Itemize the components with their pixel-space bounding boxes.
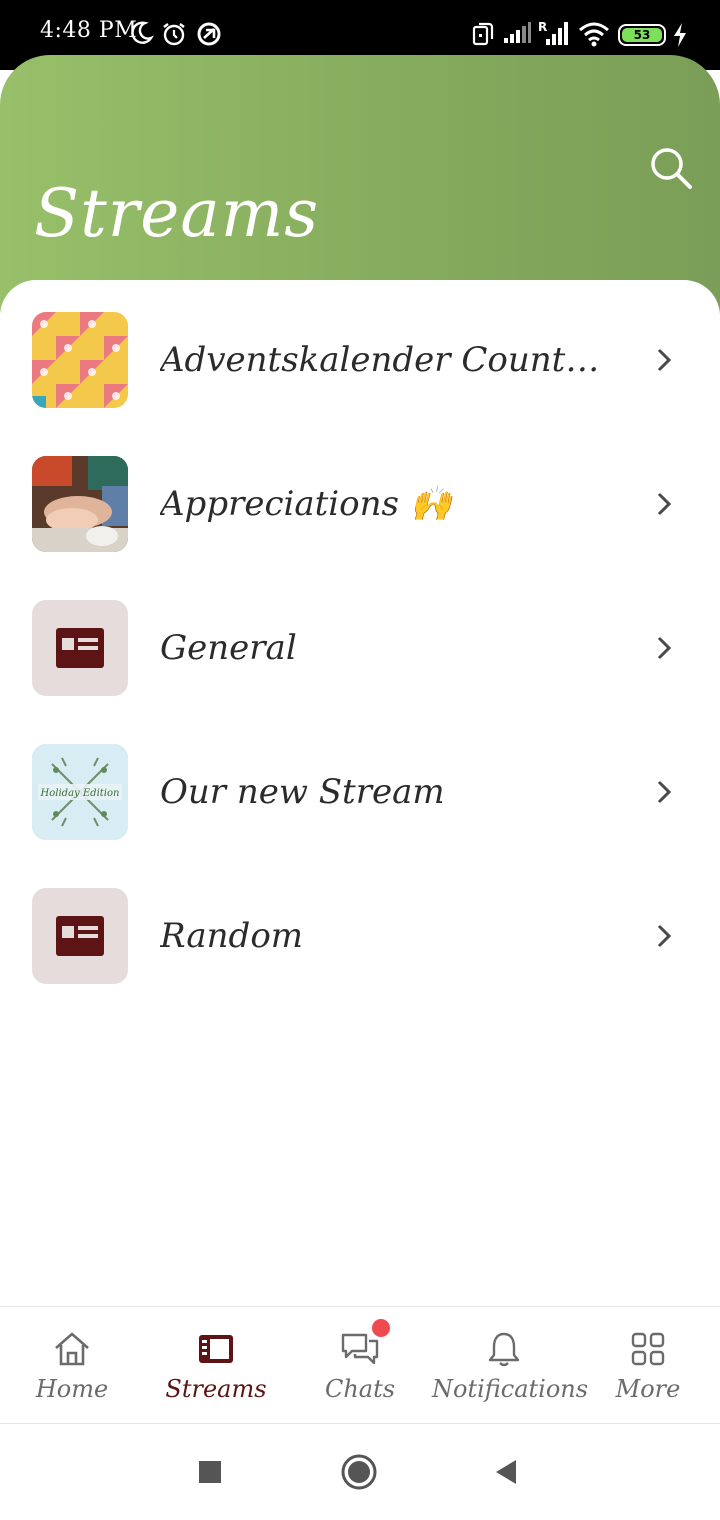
battery-icon: 53 [618,24,666,46]
nav-home[interactable]: Home [0,1307,144,1425]
stream-name: Our new Stream [160,772,445,812]
nav-streams-label: Streams [165,1375,267,1403]
page-title: Streams [34,175,320,252]
alarm-icon [163,23,185,46]
chevron-right-icon [657,348,672,372]
recents-button[interactable] [199,1461,221,1483]
bottom-navigation: Home Streams Chats Notifications More [0,1306,720,1424]
header: Streams [0,55,720,315]
hands-photo [32,456,128,552]
stream-item-appreciations[interactable]: Appreciations 🙌 [0,432,720,576]
chevron-right-icon [657,780,672,804]
charging-icon [674,23,686,47]
holiday-edition-text: Holiday Edition [40,788,120,799]
nav-more[interactable]: More [576,1307,720,1425]
streams-icon [199,1335,233,1363]
roaming-signal-icon: R [538,20,568,45]
svg-text:R: R [538,20,547,34]
status-time: 4:48 PM [40,18,138,43]
streams-list: Adventskalender Countdo… Appreciations 🙌 [0,280,720,1306]
signal-icon [504,22,531,43]
chevron-right-icon [657,924,672,948]
system-navigation-bar [0,1425,720,1520]
stream-name: General [160,628,297,668]
vibrate-icon [472,22,494,46]
nav-notifications-label: Notifications [432,1375,589,1403]
pattern-image [32,312,128,408]
data-saver-icon [197,22,221,46]
nav-more-label: More [615,1375,681,1403]
chevron-right-icon [657,636,672,660]
nav-streams[interactable]: Streams [144,1307,288,1425]
stream-item-general[interactable]: General [0,576,720,720]
stream-name: Adventskalender Countdo… [160,340,610,380]
news-icon [32,888,128,984]
holiday-edition-image: Holiday Edition [32,744,128,840]
chevron-right-icon [657,492,672,516]
stream-item-adventskalender[interactable]: Adventskalender Countdo… [0,288,720,432]
stream-item-random[interactable]: Random [0,864,720,1008]
wifi-icon [579,22,609,47]
back-button[interactable] [494,1458,518,1486]
moon-icon [131,21,154,44]
bell-icon [488,1332,520,1367]
grid-icon [631,1332,665,1366]
home-icon [55,1332,89,1366]
battery-level: 53 [622,28,662,42]
nav-chats-label: Chats [324,1375,396,1403]
stream-name: Appreciations 🙌 [160,484,453,524]
nav-chats[interactable]: Chats [288,1307,432,1425]
nav-notifications[interactable]: Notifications [432,1307,589,1425]
nav-home-label: Home [35,1375,109,1403]
home-button[interactable] [340,1453,378,1491]
search-icon[interactable] [648,145,694,191]
stream-item-our-new-stream[interactable]: Holiday Edition Our new Stream [0,720,720,864]
stream-name: Random [160,916,304,956]
news-icon [32,600,128,696]
chat-badge [372,1319,390,1337]
